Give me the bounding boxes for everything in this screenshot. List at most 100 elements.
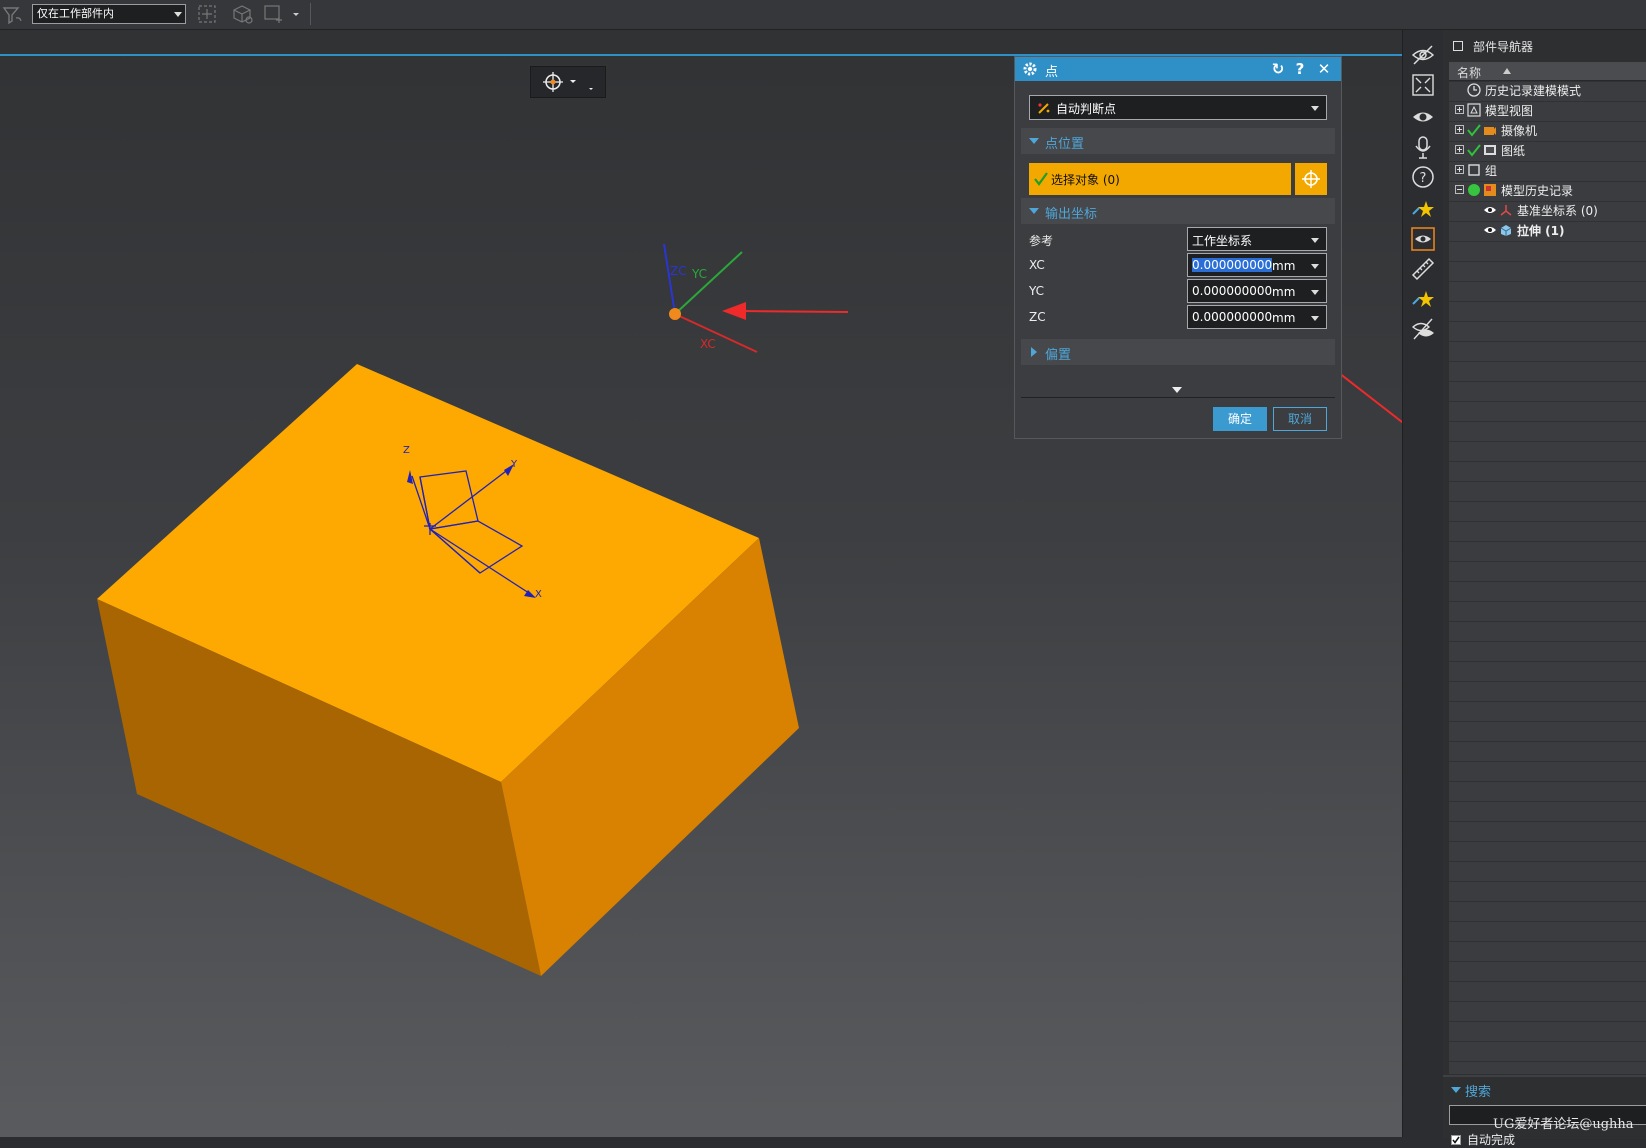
tree-item-extrude[interactable]: 拉伸 (1): [1449, 220, 1646, 240]
part-navigator: 部件导航器 名称 历史记录建模模式 模型视图 摄像机 图纸 组 模型历史记录 基…: [1443, 30, 1646, 1147]
annotation-arrow-to-origin: [722, 302, 849, 320]
navigator-pin-checkbox[interactable]: [1453, 41, 1463, 51]
extrude-icon: [1500, 225, 1512, 236]
show-icon[interactable]: [1410, 104, 1436, 130]
measure-icon[interactable]: [1410, 256, 1436, 282]
offset-group-label: 偏置: [1045, 348, 1072, 363]
crosshair-icon: [1302, 170, 1320, 188]
ok-button[interactable]: 确定: [1213, 407, 1267, 431]
show-hide-icon[interactable]: [1410, 316, 1436, 342]
tree-item-label: 模型视图: [1485, 104, 1534, 118]
tree-item-label: 历史记录建模模式: [1485, 84, 1582, 98]
tree-item-label: 组: [1485, 164, 1498, 178]
wcs-xc-label: XC: [700, 337, 716, 351]
chevron-down-icon: [174, 12, 182, 17]
reset-icon[interactable]: ↻: [1269, 60, 1287, 78]
cancel-button[interactable]: 取消: [1273, 407, 1327, 431]
visibility-toggle-icon[interactable]: [1410, 226, 1436, 252]
more-dropdown-icon[interactable]: [290, 3, 302, 25]
expand-icon[interactable]: [1455, 165, 1464, 174]
expand-icon[interactable]: [1455, 125, 1464, 134]
fit-view-icon[interactable]: [1410, 72, 1436, 98]
point-type-dropdown[interactable]: 自动判断点: [1029, 95, 1327, 120]
select-object-field[interactable]: 选择对象 (0): [1029, 163, 1291, 195]
chevron-down-icon[interactable]: [1311, 290, 1319, 295]
dialog-divider: [1021, 397, 1335, 398]
navigator-header: 部件导航器: [1443, 30, 1646, 60]
gear-icon[interactable]: [1022, 61, 1038, 77]
more-options-icon[interactable]: [1172, 387, 1182, 393]
checkmark-icon: [1034, 172, 1048, 186]
name-column-header[interactable]: 名称: [1449, 62, 1646, 81]
checkmark-icon: [1467, 144, 1481, 157]
watermark-text: UG爱好者论坛@ughha: [1493, 1117, 1634, 1132]
tree-item-label: 图纸: [1501, 144, 1526, 158]
yc-input[interactable]: 0.000000000 mm: [1187, 279, 1327, 303]
point-dialog-button[interactable]: [1295, 163, 1327, 195]
eye-icon[interactable]: [1483, 223, 1497, 237]
collapse-icon: [1029, 138, 1039, 144]
group-icon: [1468, 164, 1480, 176]
collapse-icon: [1029, 208, 1039, 214]
status-ok-icon: [1468, 184, 1480, 196]
hide-icon[interactable]: [1410, 42, 1436, 68]
selection-filter-icon[interactable]: [2, 4, 24, 26]
reference-value: 工作坐标系: [1192, 234, 1253, 248]
help-icon[interactable]: ?: [1410, 164, 1436, 190]
tree-item-model-history[interactable]: 模型历史记录: [1449, 180, 1646, 200]
xc-unit: mm: [1272, 259, 1296, 273]
tree-item-datum-csys[interactable]: 基准坐标系 (0): [1449, 200, 1646, 220]
zc-input[interactable]: 0.000000000 mm: [1187, 305, 1327, 329]
select-object-label: 选择对象 (0): [1051, 173, 1120, 187]
model-history-icon: [1484, 184, 1496, 196]
box-select-icon[interactable]: [230, 3, 254, 25]
rect-select-icon[interactable]: [262, 3, 286, 25]
role-star-icon[interactable]: [1410, 196, 1436, 222]
point-location-group-label: 点位置: [1045, 137, 1085, 152]
collapse-icon[interactable]: [1455, 185, 1464, 194]
chevron-down-icon[interactable]: [1311, 316, 1319, 321]
svg-text:?: ?: [1420, 171, 1427, 186]
expand-icon[interactable]: [1455, 105, 1464, 114]
datum-z-label: Z: [403, 445, 410, 456]
expand-icon[interactable]: [1455, 145, 1464, 154]
tree-item-drawings[interactable]: 图纸: [1449, 140, 1646, 160]
chevron-down-icon: [1311, 238, 1319, 243]
favorite-star-icon[interactable]: [1410, 286, 1436, 312]
eye-icon[interactable]: [1483, 203, 1497, 217]
tree-item-label: 拉伸 (1): [1517, 224, 1565, 238]
datum-csys-icon: [1500, 205, 1512, 216]
drawing-icon: [1484, 145, 1496, 155]
xc-input[interactable]: 0.000000000 mm: [1187, 253, 1327, 277]
offset-group-header[interactable]: 偏置: [1021, 339, 1335, 365]
close-icon[interactable]: ✕: [1315, 60, 1333, 78]
point-type-value: 自动判断点: [1056, 102, 1117, 116]
selection-scope-dropdown[interactable]: 仅在工作部件内: [32, 4, 186, 24]
sort-ascending-icon: [1503, 68, 1511, 74]
help-icon[interactable]: ?: [1291, 60, 1309, 78]
microphone-icon[interactable]: [1410, 134, 1436, 160]
tree-item-label: 模型历史记录: [1501, 184, 1574, 198]
resource-bar: ?: [1402, 30, 1444, 1137]
reference-dropdown[interactable]: 工作坐标系: [1187, 227, 1327, 251]
tree-item-group[interactable]: 组: [1449, 160, 1646, 180]
snap-point-icon[interactable]: [196, 3, 220, 25]
zc-label: ZC: [1029, 310, 1046, 324]
collapse-icon[interactable]: [1451, 1087, 1461, 1093]
expand-icon: [1031, 347, 1037, 357]
navigator-tree: 名称 历史记录建模模式 模型视图 摄像机 图纸 组 模型历史记录 基准坐标系 (…: [1449, 62, 1646, 1074]
dialog-titlebar[interactable]: 点 ↻ ? ✕: [1015, 57, 1341, 81]
output-coordinates-group-header[interactable]: 输出坐标: [1021, 198, 1335, 224]
navigator-title: 部件导航器: [1473, 40, 1534, 54]
point-location-group-header[interactable]: 点位置: [1021, 128, 1335, 154]
search-label: 搜索: [1465, 1085, 1492, 1100]
chevron-down-icon[interactable]: [1311, 264, 1319, 269]
tree-item-model-views[interactable]: 模型视图: [1449, 100, 1646, 120]
selection-scope-value: 仅在工作部件内: [37, 7, 114, 20]
tree-item-label: 基准坐标系 (0): [1517, 204, 1598, 218]
tree-item-camera[interactable]: 摄像机: [1449, 120, 1646, 140]
clock-icon: [1467, 83, 1481, 97]
wcs-triad[interactable]: [663, 243, 758, 353]
tree-item-history-mode[interactable]: 历史记录建模模式: [1449, 80, 1646, 100]
model-views-icon: [1467, 103, 1481, 117]
